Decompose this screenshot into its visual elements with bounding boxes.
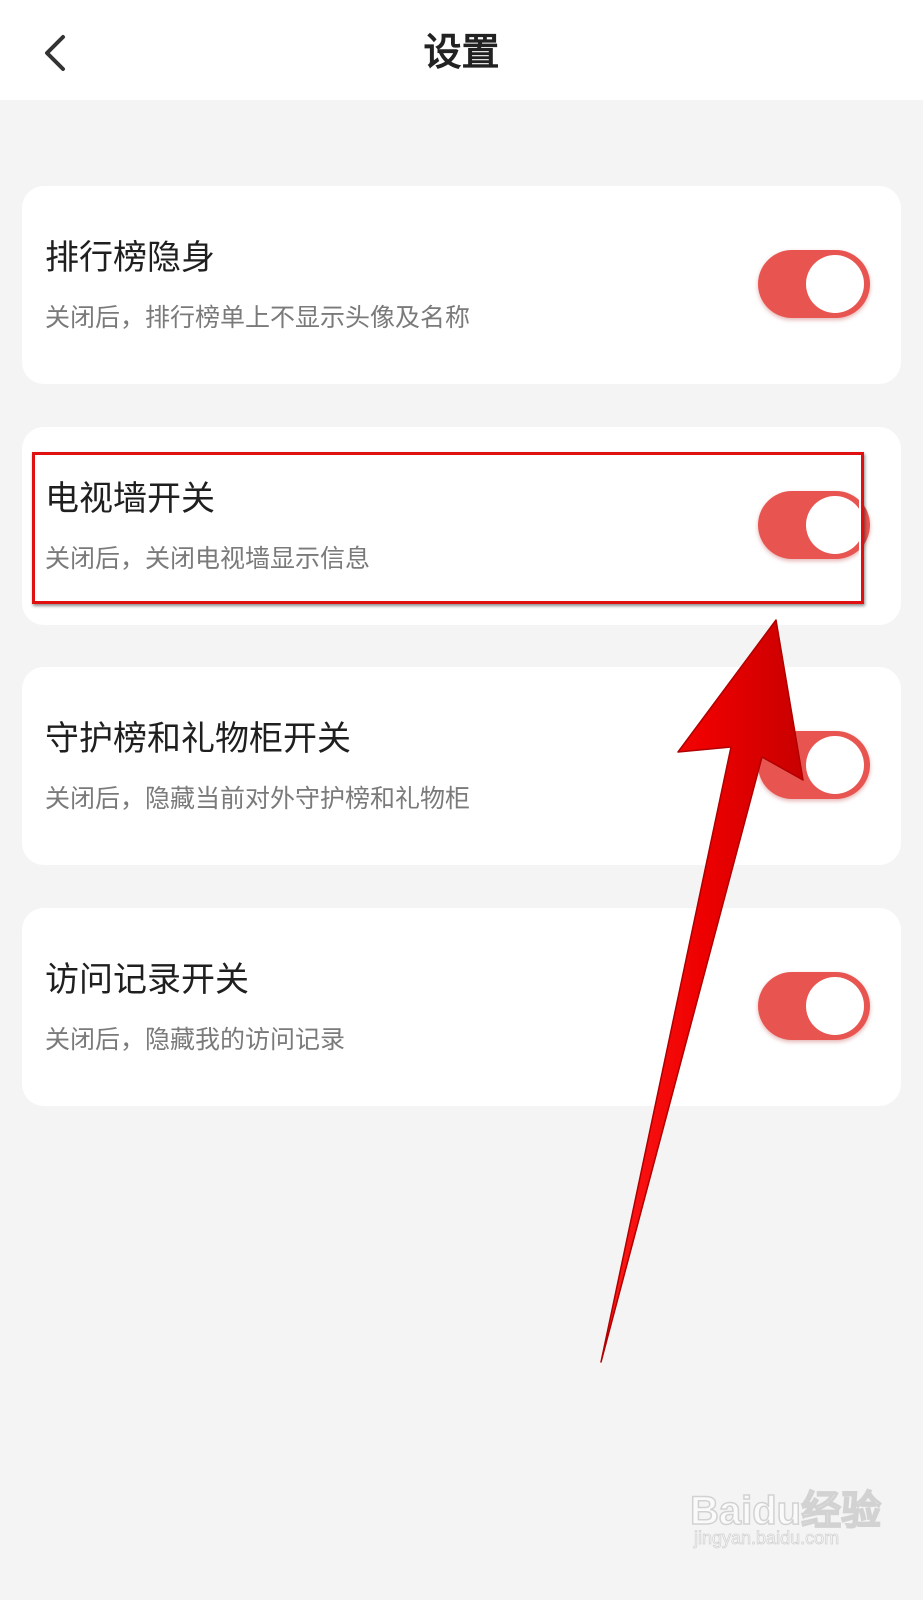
setting-title: 排行榜隐身 bbox=[45, 238, 215, 278]
chevron-left-icon bbox=[45, 35, 65, 71]
setting-description: 关闭后，隐藏当前对外守护榜和礼物柜 bbox=[45, 784, 471, 813]
setting-card-tv-wall: 电视墙开关 关闭后，关闭电视墙显示信息 bbox=[22, 427, 901, 625]
watermark-logo: Baidu经验 bbox=[689, 1488, 882, 1534]
baidu-jingyan-watermark: Baidu经验 jingyan.baidu.com bbox=[689, 1478, 890, 1558]
setting-card-guardian-gift: 守护榜和礼物柜开关 关闭后，隐藏当前对外守护榜和礼物柜 bbox=[22, 667, 901, 865]
toggle-knob bbox=[806, 496, 864, 554]
setting-title: 守护榜和礼物柜开关 bbox=[45, 719, 351, 759]
setting-card-visit-record: 访问记录开关 关闭后，隐藏我的访问记录 bbox=[22, 908, 901, 1106]
ranking-invisible-toggle[interactable] bbox=[758, 250, 870, 318]
guardian-gift-toggle[interactable] bbox=[758, 731, 870, 799]
visit-record-toggle[interactable] bbox=[758, 972, 870, 1040]
setting-description: 关闭后，隐藏我的访问记录 bbox=[45, 1025, 346, 1054]
watermark-url: jingyan.baidu.com bbox=[694, 1528, 840, 1549]
tv-wall-toggle[interactable] bbox=[758, 491, 870, 559]
toggle-knob bbox=[806, 255, 864, 313]
toggle-knob bbox=[806, 977, 864, 1035]
setting-title: 访问记录开关 bbox=[45, 960, 249, 1000]
app-header: 设置 bbox=[0, 0, 923, 100]
setting-description: 关闭后，关闭电视墙显示信息 bbox=[45, 544, 371, 573]
back-button[interactable] bbox=[32, 30, 78, 76]
toggle-knob bbox=[806, 736, 864, 794]
setting-description: 关闭后，排行榜单上不显示头像及名称 bbox=[45, 303, 471, 332]
setting-card-ranking-invisible: 排行榜隐身 关闭后，排行榜单上不显示头像及名称 bbox=[22, 186, 901, 384]
setting-title: 电视墙开关 bbox=[45, 479, 215, 519]
page-title: 设置 bbox=[423, 30, 500, 74]
